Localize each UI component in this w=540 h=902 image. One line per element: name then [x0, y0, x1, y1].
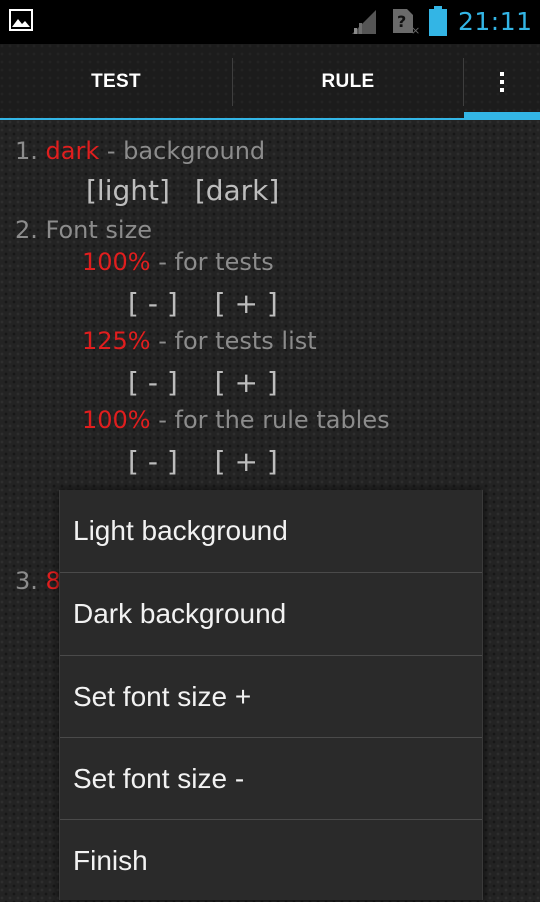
font-size-value: 125% — [82, 327, 151, 355]
menu-item-font-size-increase[interactable]: Set font size + — [60, 656, 482, 738]
picture-icon — [9, 9, 33, 31]
setting-label: Font size — [37, 216, 152, 244]
overflow-menu-icon — [500, 70, 504, 94]
decrease-button[interactable]: [ - ] — [128, 366, 178, 400]
setting-number: 1. — [15, 137, 38, 165]
font-size-value: 100% — [82, 248, 151, 276]
status-bar: ? × 21:11 — [0, 0, 540, 44]
background-value: dark — [45, 137, 100, 165]
menu-item-finish[interactable]: Finish — [60, 820, 482, 902]
light-button[interactable]: [light] — [86, 174, 170, 208]
font-size-tests: 100% - for tests — [82, 247, 274, 277]
signal-icon — [352, 10, 376, 34]
overflow-popup-menu: Light background Dark background Set fon… — [59, 490, 483, 900]
font-size-tests-buttons: [ - ] [ + ] — [128, 287, 278, 321]
svg-text:?: ? — [397, 12, 406, 31]
tab-test[interactable]: TEST — [0, 44, 232, 120]
tab-selected-indicator — [464, 112, 540, 120]
tab-rule[interactable]: RULE — [233, 44, 463, 120]
battery-icon — [429, 6, 447, 36]
status-clock: 21:11 — [458, 7, 533, 36]
increase-button[interactable]: [ + ] — [215, 287, 278, 321]
font-size-rule-tables-buttons: [ - ] [ + ] — [128, 445, 278, 479]
font-size-tests-list: 125% - for tests list — [82, 326, 317, 356]
increase-button[interactable]: [ + ] — [215, 445, 278, 479]
menu-item-font-size-decrease[interactable]: Set font size - — [60, 738, 482, 820]
font-size-label: - for tests — [150, 248, 274, 276]
increase-button[interactable]: [ + ] — [215, 366, 278, 400]
setting-item-3: 3. 8 — [15, 566, 61, 596]
svg-text:×: × — [411, 24, 420, 35]
dark-button[interactable]: [dark] — [195, 174, 280, 208]
overflow-menu-button[interactable] — [464, 44, 540, 120]
font-size-value: 100% — [82, 406, 151, 434]
font-size-rule-tables: 100% - for the rule tables — [82, 405, 390, 435]
font-size-label: - for the rule tables — [150, 406, 390, 434]
setting-font-size: 2. Font size — [15, 215, 152, 245]
menu-item-dark-background[interactable]: Dark background — [60, 573, 482, 655]
font-size-label: - for tests list — [150, 327, 317, 355]
background-buttons: [light] [dark] — [86, 174, 279, 208]
no-sim-icon: ? × — [393, 9, 420, 35]
tab-bar: TEST RULE — [0, 44, 540, 120]
setting-number: 2. — [15, 216, 38, 244]
setting-label: - background — [99, 137, 266, 165]
decrease-button[interactable]: [ - ] — [128, 287, 178, 321]
menu-item-light-background[interactable]: Light background — [60, 490, 482, 572]
setting-background: 1. dark - background — [15, 136, 265, 166]
decrease-button[interactable]: [ - ] — [128, 445, 178, 479]
setting-number: 3. — [15, 567, 38, 595]
font-size-tests-list-buttons: [ - ] [ + ] — [128, 366, 278, 400]
